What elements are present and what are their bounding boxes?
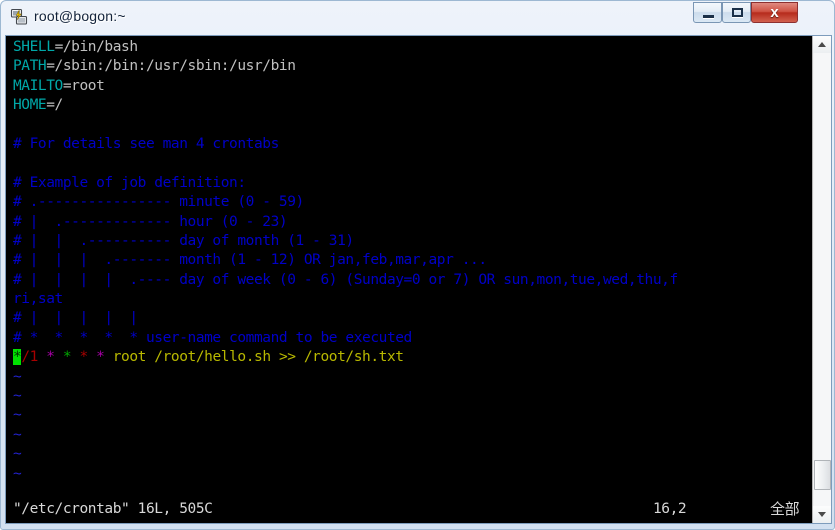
terminal-line-comment-month: # | | | .------- month (1 - 12) OR jan,f… xyxy=(13,251,678,270)
scrollbar-thumb[interactable] xyxy=(814,460,831,490)
title-bar[interactable]: root@bogon:~ x xyxy=(1,1,835,35)
scrollbar-track[interactable] xyxy=(814,53,831,506)
terminal-text: # | | .---------- day of month (1 - 31) xyxy=(13,232,354,249)
scroll-down-button[interactable] xyxy=(813,506,831,523)
minimize-icon xyxy=(703,15,714,18)
terminal-line-comment-example: # Example of job definition: xyxy=(13,174,678,193)
terminal-text: root /root/hello.sh >> /root/sh.txt xyxy=(104,349,404,366)
terminal-text: ~ xyxy=(13,368,22,385)
terminal-text: # .---------------- minute (0 - 59) xyxy=(13,194,304,211)
terminal-text: ~ xyxy=(13,446,22,463)
terminal-text: # | .------------- hour (0 - 23) xyxy=(13,213,288,230)
terminal-text: ri,sat xyxy=(13,291,63,308)
terminal-text: # | | | .------- month (1 - 12) OR jan,f… xyxy=(13,252,487,269)
terminal-text: * xyxy=(79,349,89,366)
vertical-scrollbar[interactable] xyxy=(812,36,831,523)
terminal-text: # | | | | .---- day of week (0 - 6) (Sun… xyxy=(13,271,678,288)
vi-status-line: "/etc/crontab" 16L, 505C 16,2 全部 xyxy=(13,498,808,520)
terminal-text: ~ xyxy=(13,407,22,424)
terminal-line-tilde5: ~ xyxy=(13,445,678,464)
terminal-line-cron-entry: */1 * * * * root /root/hello.sh >> /root… xyxy=(13,348,678,367)
status-file-info: "/etc/crontab" 16L, 505C xyxy=(13,501,213,517)
terminal-line-comment-bars: # | | | | | xyxy=(13,309,678,328)
terminal-text: HOME xyxy=(13,97,47,114)
terminal-window: root@bogon:~ x SHELL=/bin/bash PATH=/sbin… xyxy=(0,0,835,530)
terminal-line-comment-dow: # | | | | .---- day of week (0 - 6) (Sun… xyxy=(13,271,678,290)
terminal-line-tilde3: ~ xyxy=(13,406,678,425)
terminal-line-tilde1: ~ xyxy=(13,368,678,387)
maximize-button[interactable] xyxy=(722,2,751,23)
terminal-text: # | | | | | xyxy=(13,310,138,327)
terminal-line-comment-dom: # | | .---------- day of month (1 - 31) xyxy=(13,232,678,251)
terminal-line-shell: SHELL=/bin/bash xyxy=(13,38,678,57)
terminal-text: * xyxy=(62,349,72,366)
terminal-text: ~ xyxy=(13,465,22,482)
minimize-button[interactable] xyxy=(693,2,722,23)
close-button[interactable]: x xyxy=(751,2,798,23)
maximize-icon xyxy=(732,8,743,17)
terminal-line-comment-hour: # | .------------- hour (0 - 23) xyxy=(13,213,678,232)
terminal-text: PATH xyxy=(13,58,47,75)
terminal-line-path: PATH=/sbin:/bin:/usr/sbin:/usr/bin xyxy=(13,57,678,76)
terminal-line-tilde6: ~ xyxy=(13,465,678,484)
window-title: root@bogon:~ xyxy=(34,8,126,24)
terminal-line-comment-details: # For details see man 4 crontabs xyxy=(13,135,678,154)
terminal-frame: SHELL=/bin/bash PATH=/sbin:/bin:/usr/sbin… xyxy=(5,35,832,524)
terminal-line-mailto: MAILTO=root xyxy=(13,77,678,96)
terminal-text: # * * * * * user-name command to be exec… xyxy=(13,329,412,346)
terminal-text: =/bin/bash xyxy=(54,39,139,55)
terminal-text: /1 xyxy=(21,349,38,366)
chevron-up-icon xyxy=(818,42,826,47)
terminal-text: =/sbin:/bin:/usr/sbin:/usr/bin xyxy=(46,58,296,75)
terminal-text: =root xyxy=(62,77,105,94)
terminal-text: ~ xyxy=(13,388,22,405)
status-scroll-indicator: 全部 xyxy=(770,500,800,518)
terminal-text: SHELL xyxy=(13,39,55,55)
terminal-text: =/ xyxy=(46,97,63,114)
terminal-line-blank1 xyxy=(13,116,678,135)
terminal-line-comment-minute: # .---------------- minute (0 - 59) xyxy=(13,193,678,212)
chevron-down-icon xyxy=(818,512,826,517)
scroll-up-button[interactable] xyxy=(813,36,831,53)
terminal-line-tilde2: ~ xyxy=(13,387,678,406)
window-bottom-edge xyxy=(1,523,835,529)
terminal-line-home: HOME=/ xyxy=(13,96,678,115)
terminal-text-area: SHELL=/bin/bash PATH=/sbin:/bin:/usr/sbin… xyxy=(13,38,678,484)
terminal-text: # Example of job definition: xyxy=(13,174,246,191)
terminal-line-blank2 xyxy=(13,154,678,173)
terminal-text: ~ xyxy=(13,426,22,443)
terminal-text: # For details see man 4 crontabs xyxy=(13,135,279,152)
terminal-text: * xyxy=(46,349,55,366)
putty-terminal-icon xyxy=(10,8,28,26)
terminal-screen[interactable]: SHELL=/bin/bash PATH=/sbin:/bin:/usr/sbin… xyxy=(6,36,812,523)
terminal-line-tilde4: ~ xyxy=(13,426,678,445)
status-cursor-position: 16,2 xyxy=(653,501,687,517)
terminal-line-comment-header: # * * * * * user-name command to be exec… xyxy=(13,329,678,348)
close-icon: x xyxy=(770,4,779,21)
terminal-text: MAILTO xyxy=(13,77,63,94)
terminal-line-comment-dow-wrap: ri,sat xyxy=(13,290,678,309)
